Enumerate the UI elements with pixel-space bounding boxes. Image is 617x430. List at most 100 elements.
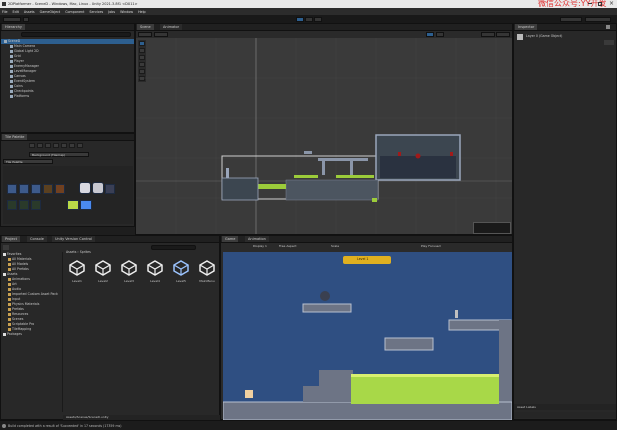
picker-tool-icon[interactable] bbox=[61, 143, 67, 148]
palette-tile[interactable] bbox=[67, 200, 79, 210]
brush-tool-icon[interactable] bbox=[45, 143, 51, 148]
tab-inspector[interactable]: Inspector bbox=[515, 24, 538, 30]
project-tree-item[interactable]: Audio bbox=[1, 287, 63, 292]
hierarchy-item[interactable]: EventSystem bbox=[1, 79, 134, 84]
palette-tile[interactable] bbox=[55, 184, 65, 194]
move-tool-icon[interactable] bbox=[37, 143, 43, 148]
layout-dropdown[interactable] bbox=[585, 16, 611, 22]
palette-tile[interactable] bbox=[79, 182, 91, 194]
tab-animation[interactable]: Animation bbox=[245, 236, 269, 242]
project-tree-item[interactable]: Art bbox=[1, 282, 63, 287]
hierarchy-item[interactable]: Main Camera bbox=[1, 44, 134, 49]
hierarchy-item[interactable]: Canvas bbox=[1, 74, 134, 79]
menu-item[interactable]: Services bbox=[89, 10, 103, 14]
menu-item[interactable]: Window bbox=[120, 10, 133, 14]
tab-unity-version-control[interactable]: Unity Version Control bbox=[52, 236, 95, 242]
box-fill-tool-icon[interactable] bbox=[53, 143, 59, 148]
tab-project[interactable]: Project bbox=[2, 236, 20, 242]
display-dropdown[interactable]: Display 1 bbox=[253, 243, 267, 250]
aspect-dropdown[interactable]: Free Aspect bbox=[279, 243, 297, 250]
scale-slider[interactable]: Scale bbox=[331, 243, 339, 250]
scene-canvas[interactable] bbox=[136, 38, 512, 234]
hierarchy-item[interactable]: Global Light 2D bbox=[1, 49, 134, 54]
close-button[interactable]: × bbox=[609, 0, 614, 7]
play-focused-dropdown[interactable]: Play Focused bbox=[421, 243, 441, 250]
project-tree-item[interactable]: Prefabs bbox=[1, 307, 63, 312]
project-tree-item[interactable]: Input bbox=[1, 297, 63, 302]
maximize-button[interactable] bbox=[598, 2, 602, 6]
scene-search-input[interactable] bbox=[496, 32, 510, 37]
fill-tool-icon[interactable] bbox=[77, 143, 83, 148]
tab-hierarchy[interactable]: Hierarchy bbox=[2, 24, 25, 30]
hierarchy-item[interactable]: SceneD bbox=[1, 39, 134, 44]
tab-console[interactable]: Console bbox=[27, 236, 47, 242]
menu-item[interactable]: Component bbox=[65, 10, 84, 14]
palette-dropdown[interactable]: Tile Palette bbox=[3, 159, 53, 164]
lighting-toggle[interactable] bbox=[436, 32, 444, 37]
game-viewport[interactable] bbox=[223, 252, 512, 420]
hierarchy-item[interactable]: Grid bbox=[1, 54, 134, 59]
local-toggle[interactable] bbox=[154, 32, 168, 37]
inspector-lock-icon[interactable] bbox=[606, 25, 610, 29]
palette-tile[interactable] bbox=[31, 184, 41, 194]
asset-item[interactable]: Level2 bbox=[92, 258, 114, 288]
tab-scene[interactable]: Scene bbox=[137, 24, 154, 30]
project-tree-item[interactable]: All Prefabs bbox=[1, 267, 63, 272]
project-tree-item[interactable]: Animations bbox=[1, 277, 63, 282]
asset-item[interactable]: MainMenu bbox=[196, 258, 218, 288]
account-dropdown[interactable] bbox=[3, 16, 21, 22]
tab-game[interactable]: Game bbox=[222, 236, 239, 242]
status-message[interactable]: Build completed with a result of 'Succee… bbox=[8, 424, 121, 428]
palette-grid[interactable] bbox=[3, 166, 133, 224]
project-search-input[interactable] bbox=[151, 245, 196, 250]
menu-item[interactable]: File bbox=[2, 10, 8, 14]
hierarchy-item[interactable]: EnemyManager bbox=[1, 64, 134, 69]
cloud-icon[interactable] bbox=[23, 16, 29, 22]
project-tree-item[interactable]: Resources bbox=[1, 312, 63, 317]
menu-item[interactable]: Jobs bbox=[108, 10, 115, 14]
breadcrumb-assets[interactable]: Assets bbox=[66, 250, 76, 254]
project-tree-item[interactable]: TileMapping bbox=[1, 327, 63, 332]
hierarchy-item[interactable]: Player bbox=[1, 59, 134, 64]
play-button[interactable] bbox=[296, 16, 304, 22]
asset-item[interactable]: Level1 bbox=[66, 258, 88, 288]
project-tree-item[interactable]: Packages bbox=[1, 332, 63, 337]
project-tree-item[interactable]: Assets bbox=[1, 272, 63, 277]
select-tool-icon[interactable] bbox=[29, 143, 35, 148]
asset-bundle-row[interactable] bbox=[514, 412, 616, 418]
layers-dropdown[interactable] bbox=[560, 16, 582, 22]
breadcrumb-sprites[interactable]: Sprites bbox=[80, 250, 91, 254]
hierarchy-item[interactable]: Coins bbox=[1, 84, 134, 89]
project-tree-item[interactable]: Imported Custom Asset Pack bbox=[1, 292, 63, 297]
active-tilemap-dropdown[interactable]: Background (Tilemap) bbox=[29, 152, 89, 157]
menu-item[interactable]: Edit bbox=[13, 10, 19, 14]
hierarchy-search-input[interactable] bbox=[21, 32, 131, 37]
palette-tile[interactable] bbox=[92, 182, 104, 194]
gizmos-dropdown[interactable] bbox=[481, 32, 495, 37]
project-tree-item[interactable]: All Models bbox=[1, 262, 63, 267]
palette-tile[interactable] bbox=[43, 184, 53, 194]
project-tree-item[interactable]: Physics Materials bbox=[1, 302, 63, 307]
project-tree-item[interactable]: Favorites bbox=[1, 252, 63, 257]
menu-item[interactable]: Assets bbox=[24, 10, 35, 14]
tab-tile-palette[interactable]: Tile Palette bbox=[2, 134, 28, 140]
palette-tile[interactable] bbox=[105, 184, 115, 194]
menu-item[interactable]: Help bbox=[138, 10, 146, 14]
open-button[interactable] bbox=[604, 40, 614, 45]
pivot-toggle[interactable] bbox=[138, 32, 152, 37]
add-asset-button[interactable] bbox=[3, 245, 9, 250]
palette-tile[interactable] bbox=[80, 200, 92, 210]
project-tree-item[interactable]: All Materials bbox=[1, 257, 63, 262]
hierarchy-item[interactable]: Platforms bbox=[1, 94, 134, 99]
eraser-tool-icon[interactable] bbox=[69, 143, 75, 148]
pause-button[interactable] bbox=[305, 16, 313, 22]
minimize-button[interactable] bbox=[588, 3, 592, 4]
asset-item[interactable]: Level3 bbox=[118, 258, 140, 288]
menu-item[interactable]: GameObject bbox=[40, 10, 61, 14]
asset-item[interactable]: Level4 bbox=[144, 258, 166, 288]
tab-animator[interactable]: Animator bbox=[160, 24, 183, 30]
palette-tile[interactable] bbox=[31, 200, 41, 210]
project-tree-item[interactable]: Scriptable Pro bbox=[1, 322, 63, 327]
2d-toggle[interactable] bbox=[426, 32, 434, 37]
hierarchy-item[interactable]: Checkpoints bbox=[1, 89, 134, 94]
